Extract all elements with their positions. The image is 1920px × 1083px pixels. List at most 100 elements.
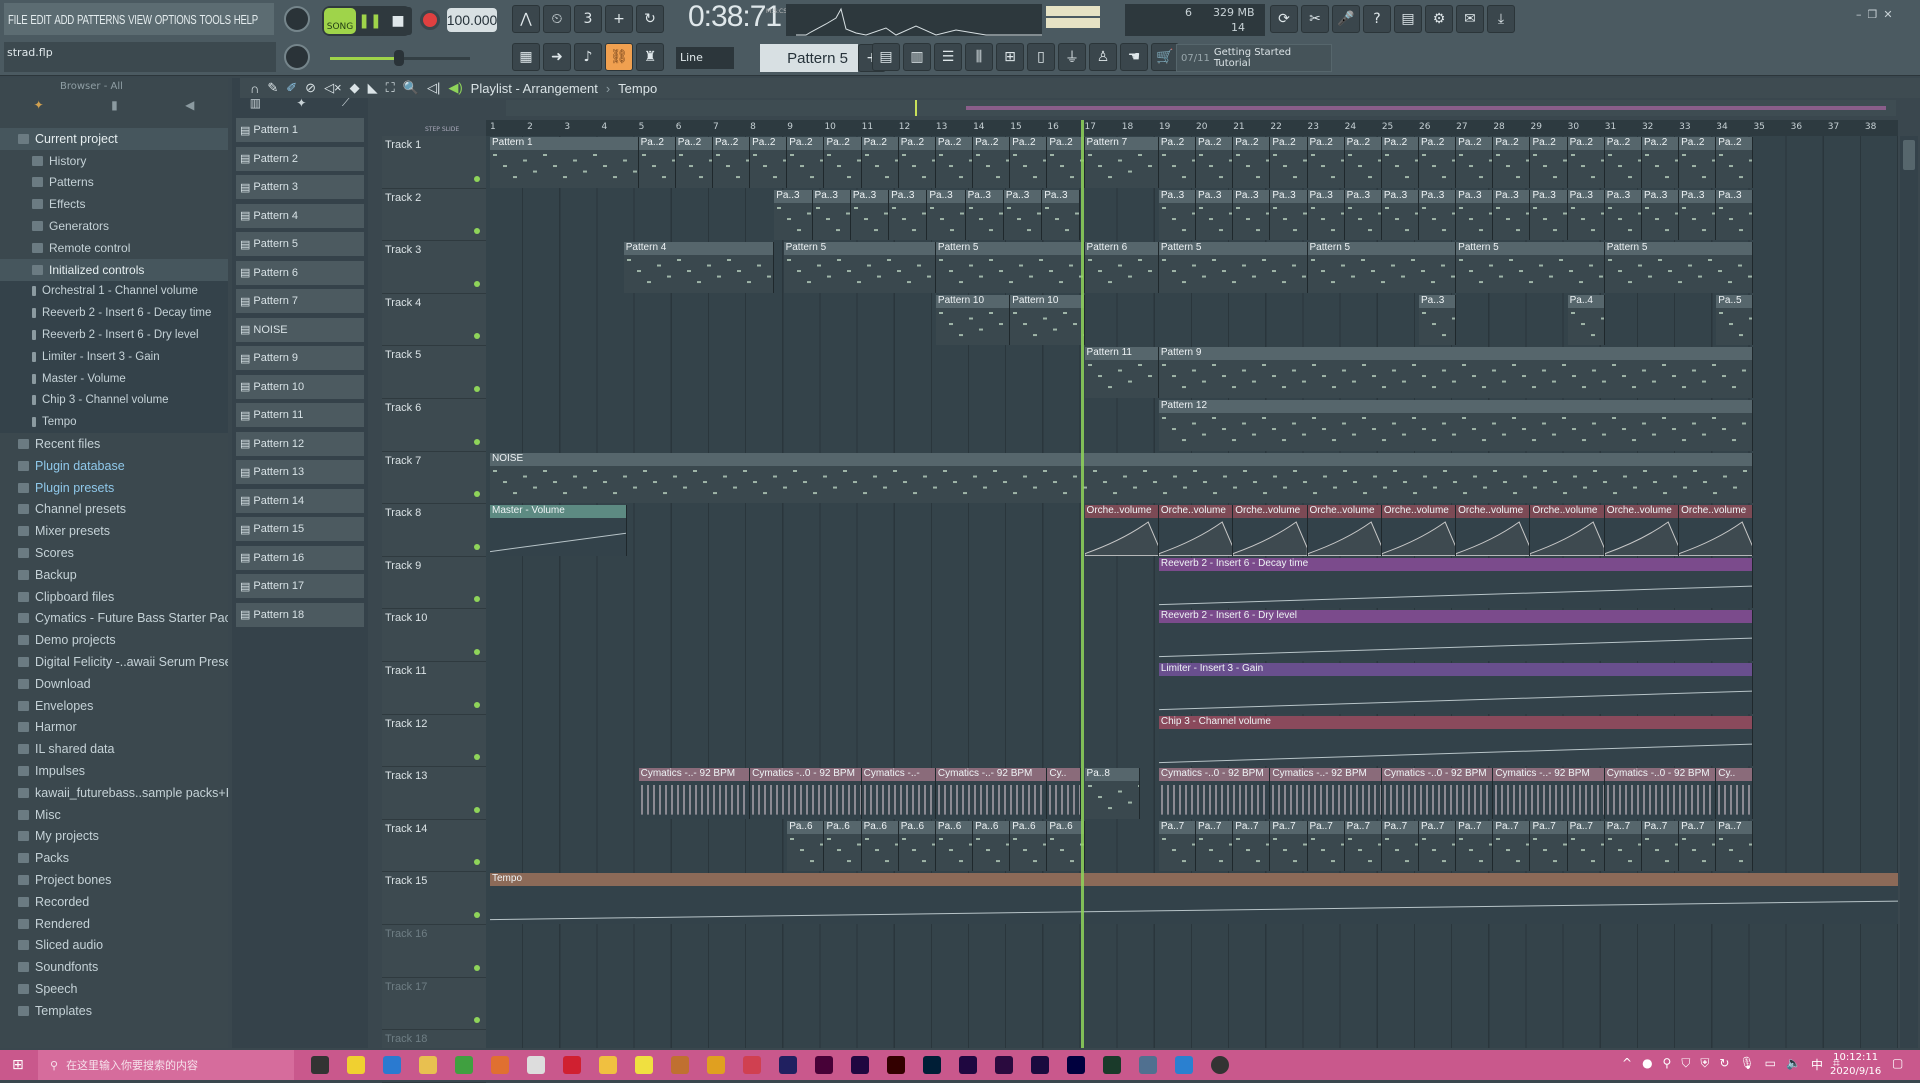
track-header[interactable]: Track 5 [382, 346, 486, 399]
clip-pattern[interactable]: Pa..2 [899, 137, 936, 188]
clip-pattern[interactable]: Pa..3 [1568, 190, 1605, 241]
clip-pattern[interactable]: Pattern 5 [1605, 242, 1754, 293]
clip-pattern[interactable]: Pattern 9 [1159, 347, 1754, 398]
track-active-indicator[interactable] [474, 228, 480, 234]
clip-pattern[interactable]: Pa..6 [824, 821, 861, 872]
clip-pattern[interactable]: Pa..7 [1382, 821, 1419, 872]
clip-pattern[interactable]: Pa..3 [1159, 190, 1196, 241]
brush-icon[interactable]: ✐ [286, 80, 297, 96]
master-pitch-knob[interactable] [284, 44, 310, 70]
notifications-icon[interactable]: ▢ [1892, 1056, 1903, 1070]
browser-item[interactable]: Reeverb 2 - Insert 6 - Dry level [0, 324, 228, 346]
clip-audio[interactable]: Cymatics -..0 - 92 BPM [1382, 768, 1493, 819]
track-active-indicator[interactable] [474, 1017, 480, 1023]
browser-item[interactable]: Speech [0, 978, 228, 1000]
clip-pattern[interactable]: Pa..3 [889, 190, 927, 241]
browser-item[interactable]: Digital Felicity -..awaii Serum Presets [0, 651, 228, 673]
browser-item[interactable]: Plugin presets [0, 477, 228, 499]
clip-pattern[interactable]: Pa..2 [676, 137, 713, 188]
mute-icon[interactable]: ◁× [324, 80, 342, 96]
media-encoder-app-icon[interactable] [1031, 1056, 1049, 1074]
clip-pattern[interactable]: Pa..6 [973, 821, 1010, 872]
hand-icon[interactable]: ☚ [1120, 43, 1148, 71]
clip-pattern[interactable]: Pa..2 [750, 137, 787, 188]
browser-item[interactable]: Templates [0, 1000, 228, 1022]
browser-item[interactable]: Rendered [0, 913, 228, 935]
slider-handle[interactable] [394, 50, 404, 66]
pattern-list-item[interactable]: ▤Pattern 5 [236, 232, 364, 256]
taskbar-clock[interactable]: 10:12:11 2020/9/16 [1830, 1051, 1881, 1079]
track-active-indicator[interactable] [474, 491, 480, 497]
browser-item[interactable]: Recent files [0, 433, 228, 455]
track-header[interactable]: Track 17 [382, 978, 486, 1031]
pencil-icon[interactable]: ✎ [267, 80, 278, 96]
pattern-list-item[interactable]: ▤Pattern 4 [236, 204, 364, 228]
menu-help[interactable]: HELP [234, 12, 258, 27]
piano-roll-icon[interactable]: ▥ [903, 43, 931, 71]
track-header[interactable]: Track 3 [382, 241, 486, 294]
app-icon[interactable] [1103, 1056, 1121, 1074]
after-effects-app-icon[interactable] [959, 1056, 977, 1074]
clip-pattern[interactable]: Pa..3 [1345, 190, 1382, 241]
pause-button[interactable]: ❚❚ [356, 7, 384, 35]
browser-item[interactable]: Current project [0, 128, 228, 150]
browser-item[interactable]: Remote control [0, 237, 228, 259]
pattern-list-item[interactable]: ▤Pattern 6 [236, 261, 364, 285]
clip-pattern[interactable]: Pa..2 [1716, 137, 1753, 188]
browser-item[interactable]: Download [0, 673, 228, 695]
browser-item[interactable]: Clipboard files [0, 586, 228, 608]
clip-auto-orch[interactable]: Orche..volume [1530, 505, 1604, 556]
menu-add[interactable]: ADD [54, 12, 74, 27]
clip-pattern[interactable]: Pa..7 [1270, 821, 1307, 872]
clip-auto-orch[interactable]: Orche..volume [1382, 505, 1456, 556]
tray-security-icon[interactable]: ⛨ [1700, 1056, 1709, 1073]
clip-pattern[interactable]: Pattern 1 [490, 137, 639, 188]
microphone-icon[interactable]: 🎤 [1332, 5, 1360, 33]
clip-pattern[interactable]: Pa..2 [824, 137, 861, 188]
track-active-indicator[interactable] [474, 439, 480, 445]
clip-pattern[interactable]: Pa..7 [1642, 821, 1679, 872]
after-effects-app-icon[interactable] [851, 1056, 869, 1074]
browser-item[interactable]: Cymatics - Future Bass Starter Pack [0, 608, 228, 630]
clip-pattern[interactable]: Pa..5 [1716, 295, 1753, 346]
clip-pattern[interactable]: Pa..8 [1085, 768, 1141, 819]
browser-item[interactable]: Mixer presets [0, 520, 228, 542]
track-active-indicator[interactable] [474, 281, 480, 287]
clip-pattern[interactable]: Pa..2 [1010, 137, 1047, 188]
clip-pattern[interactable]: Pa..3 [1419, 295, 1456, 346]
notes-app-icon[interactable] [599, 1056, 617, 1074]
clip-pattern[interactable]: Pa..7 [1568, 821, 1605, 872]
clip-auto-rev[interactable]: Reeverb 2 - Insert 6 - Dry level [1159, 610, 1754, 661]
clip-audio[interactable]: Cymatics -..- 92 BPM [1270, 768, 1381, 819]
clip-pattern[interactable]: Pa..3 [1308, 190, 1345, 241]
tray-app-icon[interactable]: ● [1642, 1056, 1652, 1073]
step-edit-icon[interactable]: + [605, 5, 633, 33]
clip-pattern[interactable]: Pa..3 [774, 190, 812, 241]
browser-files-icon[interactable]: ▮ [111, 98, 118, 120]
clip-auto-orch[interactable]: Orche..volume [1456, 505, 1530, 556]
browser-speaker-icon[interactable]: ◀ [185, 98, 194, 120]
premiere-app-icon[interactable] [995, 1056, 1013, 1074]
track-header[interactable]: Track 1 [382, 136, 486, 189]
song-time[interactable]: 0:38:71 [688, 0, 770, 38]
ime-indicator[interactable]: 中 [1811, 1056, 1823, 1073]
clip-pattern[interactable]: Pa..2 [1308, 137, 1345, 188]
clip-pattern[interactable]: Pa..2 [862, 137, 899, 188]
clip-auto-orch[interactable]: Orche..volume [1605, 505, 1679, 556]
clip-pattern[interactable]: Pa..7 [1159, 821, 1196, 872]
clip-audio[interactable]: Cymatics -..- [862, 768, 936, 819]
browser-item[interactable]: My projects [0, 826, 228, 848]
pattern-list-item[interactable]: ▤Pattern 12 [236, 432, 364, 456]
clip-pattern[interactable]: Pa..7 [1456, 821, 1493, 872]
tray-shield-icon[interactable]: ⛉ [1681, 1056, 1690, 1073]
explorer-app-icon[interactable] [419, 1056, 437, 1074]
clip-pattern[interactable]: Pa..3 [1196, 190, 1233, 241]
link-icon[interactable]: ⛓ [605, 43, 633, 71]
record-button[interactable] [420, 10, 440, 30]
pattern-list-item[interactable]: ▤Pattern 9 [236, 346, 364, 370]
track-active-indicator[interactable] [474, 596, 480, 602]
track-active-indicator[interactable] [474, 333, 480, 339]
menu-edit[interactable]: EDIT [30, 12, 51, 27]
clip-pattern[interactable]: Pa..3 [813, 190, 851, 241]
clip-pattern[interactable]: Pa..2 [713, 137, 750, 188]
